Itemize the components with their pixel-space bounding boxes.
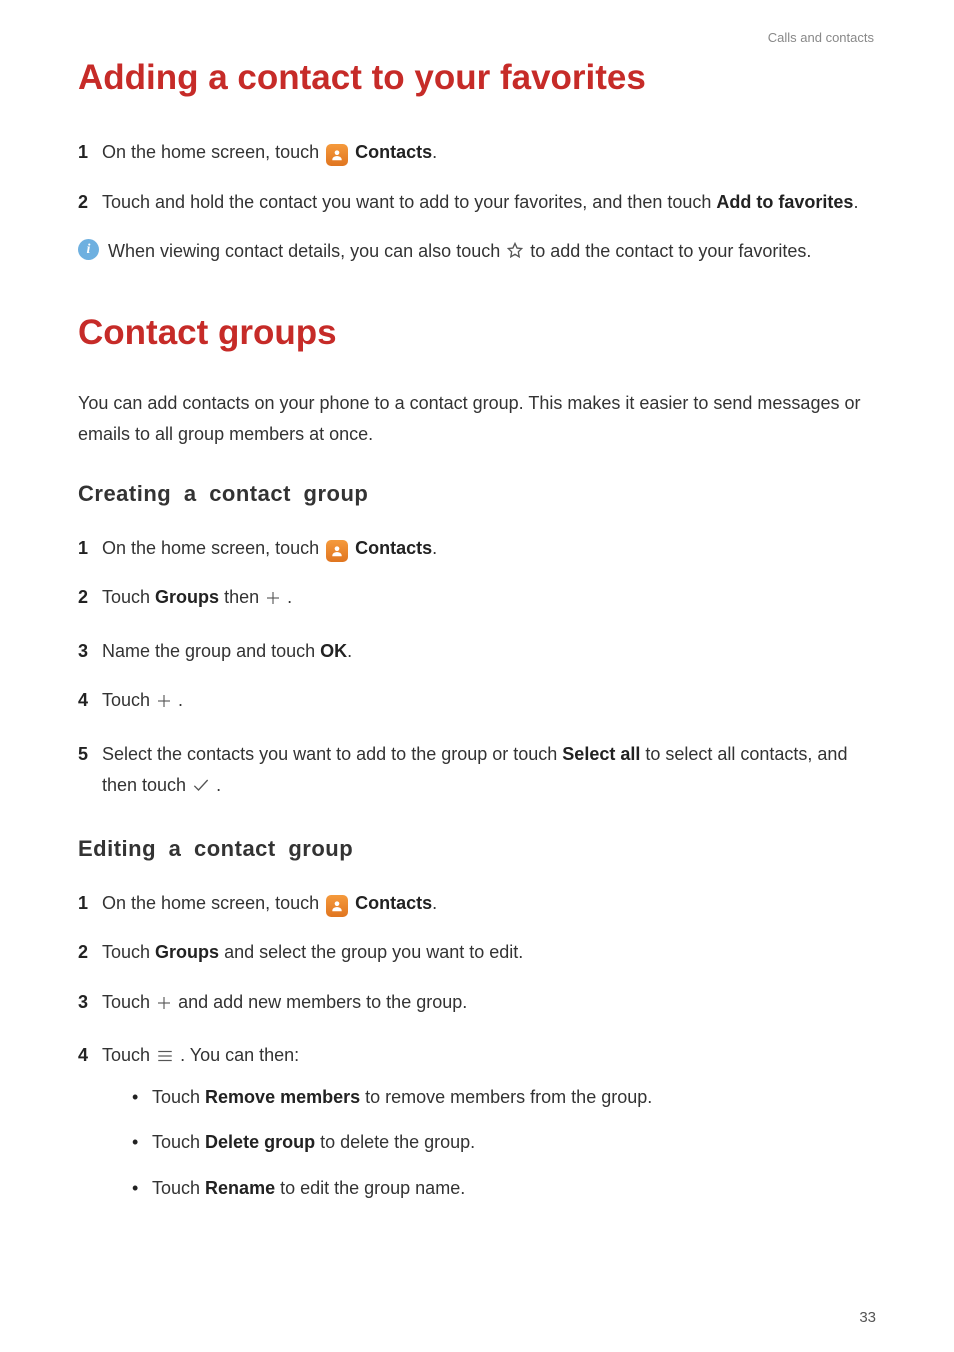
text: Touch: [102, 690, 155, 710]
text: On the home screen, touch: [102, 142, 324, 162]
text: .: [282, 587, 292, 607]
page-header-breadcrumb: Calls and contacts: [78, 30, 876, 45]
subsection-creating-group: Creating a contact group: [78, 481, 876, 507]
remove-members-label: Remove members: [205, 1087, 360, 1107]
text: .: [432, 538, 437, 558]
section-title-contact-groups: Contact groups: [78, 312, 876, 354]
text: Select the contacts you want to add to t…: [102, 744, 562, 764]
contacts-label: Contacts: [355, 142, 432, 162]
plus-icon: [264, 586, 282, 618]
ok-label: OK: [320, 641, 347, 661]
text: to delete the group.: [315, 1132, 475, 1152]
info-icon: i: [78, 239, 99, 260]
favorites-step-2: Touch and hold the contact you want to a…: [78, 187, 876, 219]
check-icon: [191, 774, 211, 806]
editing-step-1: On the home screen, touch Contacts.: [78, 888, 876, 920]
text: then: [219, 587, 264, 607]
contacts-app-icon: [326, 144, 348, 166]
page-number: 33: [859, 1309, 876, 1326]
text: to edit the group name.: [275, 1178, 465, 1198]
creating-step-4: Touch .: [78, 685, 876, 721]
text: and add new members to the group.: [178, 992, 467, 1012]
contacts-label: Contacts: [355, 538, 432, 558]
add-to-favorites-label: Add to favorites: [716, 192, 853, 212]
text: .: [432, 142, 437, 162]
editing-bullet-remove: Touch Remove members to remove members f…: [132, 1082, 876, 1114]
favorites-step-1: On the home screen, touch Contacts.: [78, 137, 876, 169]
creating-step-2: Touch Groups then .: [78, 582, 876, 618]
select-all-label: Select all: [562, 744, 640, 764]
text: Name the group and touch: [102, 641, 320, 661]
groups-label: Groups: [155, 942, 219, 962]
delete-group-label: Delete group: [205, 1132, 315, 1152]
contact-groups-intro: You can add contacts on your phone to a …: [78, 388, 876, 451]
text: .: [211, 775, 221, 795]
text: Touch: [152, 1132, 205, 1152]
creating-step-1: On the home screen, touch Contacts.: [78, 533, 876, 565]
editing-bullet-delete: Touch Delete group to delete the group.: [132, 1127, 876, 1159]
text: .: [173, 690, 183, 710]
text: .: [347, 641, 352, 661]
section-title-favorites: Adding a contact to your favorites: [78, 57, 876, 99]
info-note: i When viewing contact details, you can …: [78, 236, 876, 272]
contacts-app-icon: [326, 895, 348, 917]
text: to add the contact to your favorites.: [530, 241, 811, 261]
text: Touch: [102, 587, 155, 607]
subsection-editing-group: Editing a contact group: [78, 836, 876, 862]
text: Touch: [152, 1087, 205, 1107]
plus-icon: [155, 991, 173, 1023]
creating-step-5: Select the contacts you want to add to t…: [78, 739, 876, 806]
text: . You can then:: [180, 1045, 299, 1065]
creating-step-3: Name the group and touch OK.: [78, 636, 876, 668]
text: On the home screen, touch: [102, 893, 324, 913]
star-outline-icon: [505, 240, 525, 272]
contacts-label: Contacts: [355, 893, 432, 913]
text: .: [432, 893, 437, 913]
text: Touch: [102, 1045, 155, 1065]
text: Touch and hold the contact you want to a…: [102, 192, 716, 212]
editing-step-2: Touch Groups and select the group you wa…: [78, 937, 876, 969]
text: Touch: [152, 1178, 205, 1198]
contacts-app-icon: [326, 540, 348, 562]
rename-label: Rename: [205, 1178, 275, 1198]
text: On the home screen, touch: [102, 538, 324, 558]
editing-step-4: Touch . You can then: Touch Remove membe…: [78, 1040, 876, 1204]
text: When viewing contact details, you can al…: [108, 241, 505, 261]
text: to remove members from the group.: [360, 1087, 652, 1107]
text: Touch: [102, 992, 155, 1012]
editing-step-3: Touch and add new members to the group.: [78, 987, 876, 1023]
plus-icon: [155, 689, 173, 721]
groups-label: Groups: [155, 587, 219, 607]
editing-bullet-rename: Touch Rename to edit the group name.: [132, 1173, 876, 1205]
text: and select the group you want to edit.: [219, 942, 523, 962]
text: .: [853, 192, 858, 212]
text: Touch: [102, 942, 155, 962]
menu-icon: [155, 1044, 175, 1076]
